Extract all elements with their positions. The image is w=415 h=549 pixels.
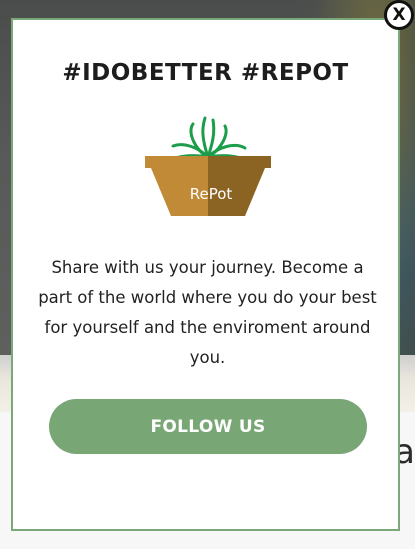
logo-text: RePot — [190, 185, 233, 203]
popup-modal: #IDOBETTER #REPOT RePot Share with us yo… — [11, 18, 400, 531]
modal-title: #IDOBETTER #REPOT — [62, 60, 349, 86]
follow-us-button[interactable]: FOLLOW US — [49, 399, 367, 454]
modal-description: Share with us your journey. Become a par… — [38, 258, 377, 367]
close-button[interactable]: X — [384, 0, 414, 30]
plant-pot-logo: RePot — [145, 116, 271, 216]
close-icon: X — [392, 5, 406, 25]
